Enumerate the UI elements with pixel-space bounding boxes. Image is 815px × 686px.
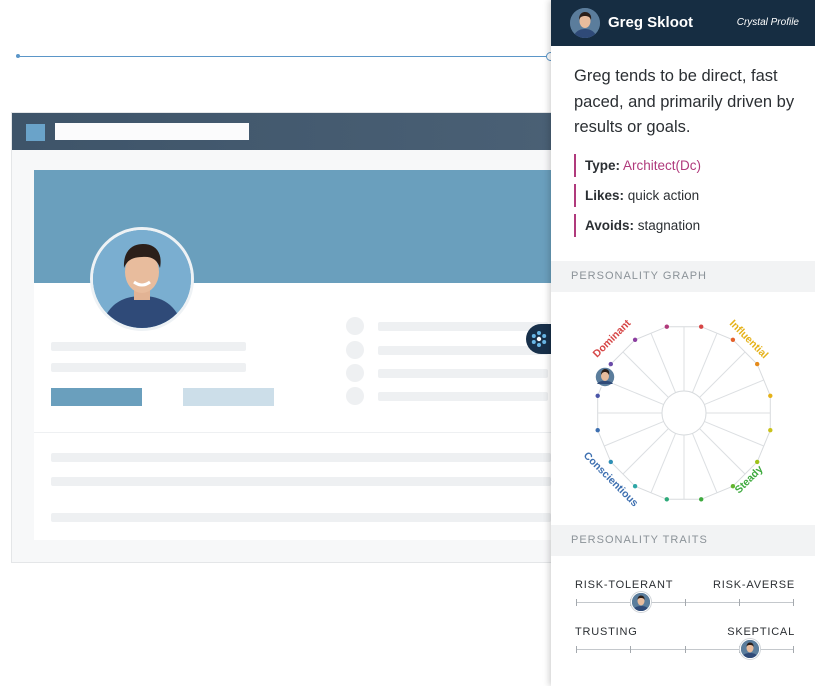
- fact-avoids: Avoids: stagnation: [574, 214, 700, 237]
- graph-center: [661, 390, 707, 436]
- graph-vertex-marker: [632, 337, 638, 342]
- panel-header: Greg Skloot Crystal Profile: [551, 0, 815, 46]
- section-title: PERSONALITY GRAPH: [571, 270, 707, 282]
- section-personality-graph: PERSONALITY GRAPH: [551, 261, 815, 292]
- slider-tick: [685, 599, 686, 606]
- section-title: PERSONALITY TRAITS: [571, 534, 708, 546]
- slider-tick: [576, 646, 577, 653]
- graph-vertex-marker: [595, 428, 600, 433]
- mock-text-line: [51, 513, 551, 522]
- brand-label[interactable]: Crystal Profile: [737, 17, 799, 28]
- slider-tick: [739, 599, 740, 606]
- mock-list-line: [378, 369, 548, 378]
- trait-left-label: RISK-TOLERANT: [575, 579, 674, 591]
- graph-vertex-marker: [608, 459, 613, 465]
- graph-vertex-marker: [595, 393, 600, 398]
- slider-tick: [630, 646, 631, 653]
- mock-text-line: [51, 453, 551, 462]
- mock-list-bullet: [346, 364, 364, 382]
- graph-vertex-marker: [699, 497, 704, 502]
- mock-list-line: [378, 392, 548, 401]
- graph-vertex-marker: [699, 324, 704, 329]
- slider-tick: [685, 646, 686, 653]
- mock-list-line: [378, 346, 548, 355]
- mock-secondary-button: [183, 388, 274, 406]
- profile-name: Greg Skloot: [608, 14, 694, 31]
- graph-vertex-marker: [632, 484, 638, 489]
- mock-profile-page: [34, 170, 557, 540]
- mock-primary-button: [51, 388, 142, 406]
- crystal-logo-icon: [531, 331, 547, 347]
- fact-label: Likes:: [585, 188, 625, 203]
- graph-vertex-marker: [755, 361, 760, 367]
- mock-list-line: [378, 322, 548, 331]
- mock-divider: [34, 432, 557, 433]
- slider-tick: [793, 599, 794, 606]
- graph-position-marker: [594, 366, 616, 388]
- fact-label: Type:: [585, 158, 621, 173]
- graph-vertex-marker: [730, 337, 736, 342]
- graph-vertex-marker: [768, 393, 773, 398]
- graph-vertex-marker: [608, 361, 613, 367]
- profile-photo: [90, 227, 194, 331]
- connector-line: [16, 52, 555, 61]
- trait-slider-track: [576, 592, 794, 612]
- trait-right-label: RISK-AVERSE: [713, 579, 795, 591]
- trait-right-label: SKEPTICAL: [727, 626, 795, 638]
- mock-list-bullet: [346, 387, 364, 405]
- section-personality-traits: PERSONALITY TRAITS: [551, 525, 815, 556]
- slider-tick: [793, 646, 794, 653]
- crystal-profile-panel: Greg Skloot Crystal Profile Greg tends t…: [551, 0, 815, 686]
- trait-slider-avatar-knob: [631, 592, 652, 612]
- fact-value-likes: quick action: [627, 188, 700, 203]
- fact-label: Avoids:: [585, 218, 635, 233]
- mock-list-bullet: [346, 317, 364, 335]
- mock-text-line: [51, 363, 246, 372]
- mock-text-line: [51, 477, 551, 486]
- mock-browser-bar: [12, 113, 555, 150]
- personality-graph: Dominant Influential Steady Conscientiou…: [581, 317, 773, 509]
- connector-start-dot: [16, 54, 20, 58]
- personality-summary: Greg tends to be direct, fast paced, and…: [574, 67, 795, 136]
- trait-slider-track: [576, 639, 794, 659]
- fact-value-type[interactable]: Architect(Dc): [623, 158, 701, 173]
- mock-text-line: [51, 342, 246, 351]
- fact-likes: Likes: quick action: [574, 184, 699, 207]
- trait-slider-avatar-knob: [740, 639, 761, 659]
- slider-tick: [576, 599, 577, 606]
- mock-favicon: [26, 124, 45, 141]
- mock-address-bar: [55, 123, 249, 140]
- mock-list-bullet: [346, 341, 364, 359]
- graph-vertex-marker: [664, 497, 669, 502]
- fact-value-avoids: stagnation: [637, 218, 701, 233]
- fact-type: Type: Architect(Dc): [574, 154, 701, 177]
- user-avatar-icon: [570, 8, 600, 38]
- trait-left-label: TRUSTING: [575, 626, 638, 638]
- graph-vertex-marker: [768, 428, 773, 433]
- graph-vertex-marker: [664, 324, 669, 329]
- mock-browser-window: [11, 112, 557, 563]
